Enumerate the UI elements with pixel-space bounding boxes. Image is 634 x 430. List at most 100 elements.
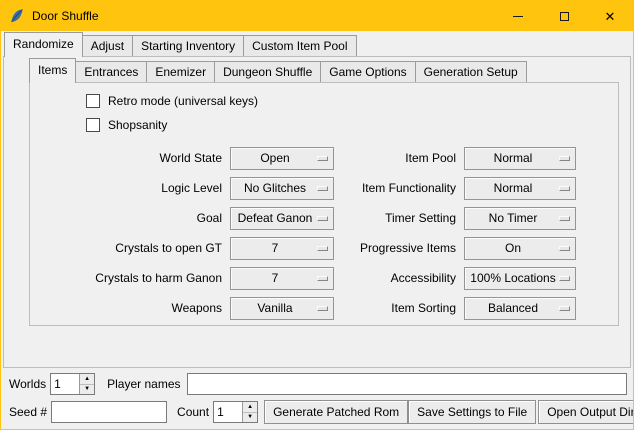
dropdown-indicator-icon <box>317 306 328 311</box>
generate-patched-rom-button[interactable]: Generate Patched Rom <box>264 400 408 424</box>
goal-label: Goal <box>86 211 222 225</box>
dropdown-indicator-icon <box>559 186 570 191</box>
close-icon: ✕ <box>605 10 616 23</box>
world-state-label: World State <box>86 151 222 165</box>
player-names-input[interactable] <box>187 373 628 395</box>
tab-items[interactable]: Items <box>29 58 76 83</box>
weapons-label: Weapons <box>86 301 222 315</box>
weapons-value: Vanilla <box>257 301 292 315</box>
titlebar[interactable]: Door Shuffle ✕ <box>1 1 633 31</box>
seed-input[interactable] <box>51 401 167 423</box>
field-row: Crystals to open GT 7 Progressive Items … <box>86 233 618 263</box>
dropdown-indicator-icon <box>317 156 328 161</box>
save-settings-button[interactable]: Save Settings to File <box>408 400 536 424</box>
goal-dropdown[interactable]: Defeat Ganon <box>230 207 334 230</box>
count-spin-up-button[interactable]: ▲ <box>243 402 257 413</box>
field-row: Weapons Vanilla Item Sorting Balanced <box>86 293 618 323</box>
item-pool-label: Item Pool <box>334 151 456 165</box>
field-row: World State Open Item Pool Normal <box>86 143 618 173</box>
field-row: Logic Level No Glitches Item Functionali… <box>86 173 618 203</box>
tab-entrances[interactable]: Entrances <box>75 61 147 82</box>
retro-mode-checkbox[interactable] <box>86 94 100 108</box>
item-sorting-value: Balanced <box>488 301 538 315</box>
field-row: Goal Defeat Ganon Timer Setting No Timer <box>86 203 618 233</box>
accessibility-label: Accessibility <box>334 271 456 285</box>
player-names-label: Player names <box>107 377 180 391</box>
outer-tabbar: Randomize Adjust Starting Inventory Cust… <box>1 31 633 56</box>
maximize-button[interactable] <box>541 1 587 31</box>
field-row: Crystals to harm Ganon 7 Accessibility 1… <box>86 263 618 293</box>
item-functionality-dropdown[interactable]: Normal <box>464 177 576 200</box>
item-pool-value: Normal <box>494 151 533 165</box>
item-sorting-dropdown[interactable]: Balanced <box>464 297 576 320</box>
tab-randomize[interactable]: Randomize <box>4 32 83 57</box>
shopsanity-label: Shopsanity <box>108 118 167 132</box>
dropdown-indicator-icon <box>559 306 570 311</box>
logic-level-label: Logic Level <box>86 181 222 195</box>
dropdown-indicator-icon <box>317 216 328 221</box>
tab-custom-item-pool[interactable]: Custom Item Pool <box>243 35 356 56</box>
tab-dungeon-shuffle[interactable]: Dungeon Shuffle <box>214 61 321 82</box>
weapons-dropdown[interactable]: Vanilla <box>230 297 334 320</box>
dropdown-indicator-icon <box>317 186 328 191</box>
item-functionality-label: Item Functionality <box>334 181 456 195</box>
timer-setting-dropdown[interactable]: No Timer <box>464 207 576 230</box>
item-pool-dropdown[interactable]: Normal <box>464 147 576 170</box>
tab-generation-setup[interactable]: Generation Setup <box>415 61 527 82</box>
tab-adjust[interactable]: Adjust <box>82 35 133 56</box>
maximize-icon <box>560 12 569 21</box>
minimize-icon <box>513 16 523 17</box>
count-input[interactable] <box>214 402 242 422</box>
door-shuffle-window: Door Shuffle ✕ Randomize Adjust Starting… <box>0 0 634 430</box>
crystals-gt-dropdown[interactable]: 7 <box>230 237 334 260</box>
dropdown-indicator-icon <box>559 246 570 251</box>
open-output-directory-button[interactable]: Open Output Directory <box>538 400 634 424</box>
minimize-button[interactable] <box>495 1 541 31</box>
shopsanity-option[interactable]: Shopsanity <box>86 113 618 137</box>
logic-level-dropdown[interactable]: No Glitches <box>230 177 334 200</box>
count-spin-down-button[interactable]: ▼ <box>243 413 257 423</box>
item-sorting-label: Item Sorting <box>334 301 456 315</box>
app-icon[interactable] <box>9 8 25 24</box>
crystals-gt-value: 7 <box>272 241 279 255</box>
progressive-items-value: On <box>505 241 521 255</box>
count-spinbox[interactable]: ▲ ▼ <box>213 401 258 423</box>
retro-mode-label: Retro mode (universal keys) <box>108 94 258 108</box>
close-button[interactable]: ✕ <box>587 1 633 31</box>
retro-mode-option[interactable]: Retro mode (universal keys) <box>86 89 618 113</box>
crystals-ganon-value: 7 <box>272 271 279 285</box>
worlds-spin-down-button[interactable]: ▼ <box>80 385 94 395</box>
world-state-value: Open <box>260 151 289 165</box>
inner-tabbar: Items Entrances Enemizer Dungeon Shuffle… <box>4 57 630 82</box>
progressive-items-dropdown[interactable]: On <box>464 237 576 260</box>
tab-enemizer[interactable]: Enemizer <box>146 61 215 82</box>
goal-value: Defeat Ganon <box>238 211 313 225</box>
accessibility-value: 100% Locations <box>470 271 555 285</box>
accessibility-dropdown[interactable]: 100% Locations <box>464 267 576 290</box>
timer-setting-label: Timer Setting <box>334 211 456 225</box>
worlds-spinbox[interactable]: ▲ ▼ <box>50 373 95 395</box>
seed-row: Seed # Count ▲ ▼ Generate Patched Rom Sa… <box>9 400 627 424</box>
items-pane: Retro mode (universal keys) Shopsanity W… <box>29 82 619 326</box>
dropdown-indicator-icon <box>559 276 570 281</box>
dropdown-indicator-icon <box>317 246 328 251</box>
crystals-ganon-dropdown[interactable]: 7 <box>230 267 334 290</box>
dropdown-indicator-icon <box>559 216 570 221</box>
crystals-ganon-label: Crystals to harm Ganon <box>86 271 222 285</box>
item-functionality-value: Normal <box>494 181 533 195</box>
shopsanity-checkbox[interactable] <box>86 118 100 132</box>
bottom-bar: Worlds ▲ ▼ Player names Seed # Count ▲ ▼ <box>1 368 633 429</box>
count-label: Count <box>177 405 209 419</box>
world-state-dropdown[interactable]: Open <box>230 147 334 170</box>
tab-game-options[interactable]: Game Options <box>320 61 415 82</box>
worlds-label: Worlds <box>9 377 46 391</box>
dropdown-indicator-icon <box>317 276 328 281</box>
worlds-input[interactable] <box>51 374 79 394</box>
randomize-pane: Items Entrances Enemizer Dungeon Shuffle… <box>3 56 631 368</box>
dropdown-indicator-icon <box>559 156 570 161</box>
option-fields: World State Open Item Pool Normal Logic … <box>86 143 618 323</box>
window-title: Door Shuffle <box>32 9 99 23</box>
tab-starting-inventory[interactable]: Starting Inventory <box>132 35 244 56</box>
worlds-spin-up-button[interactable]: ▲ <box>80 374 94 385</box>
progressive-items-label: Progressive Items <box>334 241 456 255</box>
